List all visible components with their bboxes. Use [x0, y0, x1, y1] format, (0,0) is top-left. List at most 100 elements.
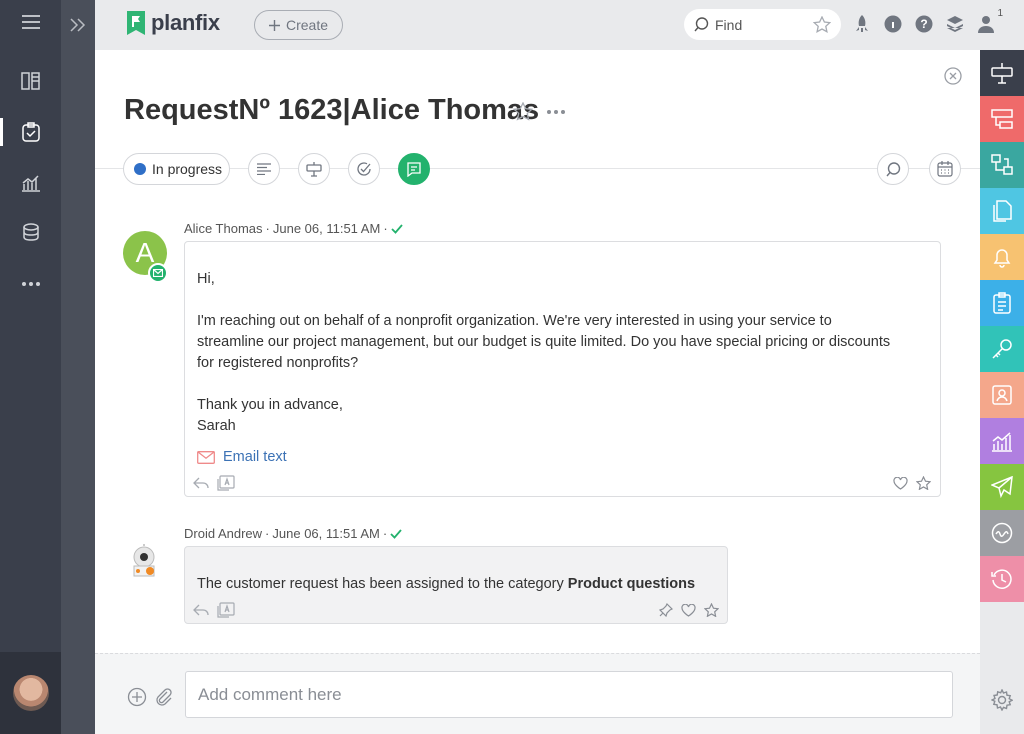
translate-icon[interactable]: [217, 602, 235, 618]
logo[interactable]: planfix: [125, 10, 220, 36]
wave-icon: [991, 522, 1013, 544]
more-actions-icon[interactable]: [547, 109, 565, 114]
add-icon[interactable]: [127, 687, 147, 707]
search-comments-button[interactable]: [877, 153, 909, 185]
database-icon[interactable]: [0, 208, 61, 256]
message-line: Sarah: [197, 418, 236, 434]
fields-tab[interactable]: [298, 153, 330, 185]
planfix-logo-icon: [127, 11, 145, 35]
status-dot: [134, 163, 146, 175]
projects-icon[interactable]: [0, 57, 61, 105]
favorites-star-icon[interactable]: [813, 16, 831, 33]
user-avatar[interactable]: [12, 675, 49, 711]
reply-icon[interactable]: [193, 604, 209, 616]
star-icon[interactable]: [916, 476, 931, 490]
rail-analytics-button[interactable]: [980, 418, 1024, 464]
message-tools-right: [893, 476, 931, 490]
message-text: The customer request has been assigned t…: [197, 576, 568, 592]
rail-reminders-button[interactable]: [980, 234, 1024, 280]
info-icon[interactable]: [882, 12, 904, 36]
calendar-icon: [937, 161, 953, 177]
create-button[interactable]: Create: [254, 10, 343, 40]
droid-avatar[interactable]: [127, 544, 161, 580]
settings-button[interactable]: [980, 680, 1024, 720]
create-button-label: Create: [285, 17, 329, 33]
star-icon[interactable]: [704, 603, 719, 617]
top-bar: planfix Create Find ? 1: [95, 0, 1024, 50]
key-icon: [992, 339, 1012, 359]
rail-templates-button[interactable]: [980, 96, 1024, 142]
rail-activity-button[interactable]: [980, 510, 1024, 556]
meta-separator: ·: [265, 526, 270, 541]
collapse-strip: [61, 0, 95, 734]
clock-icon: [991, 569, 1012, 589]
check-circle-icon: [357, 162, 371, 176]
rocket-icon[interactable]: [851, 12, 873, 36]
bell-icon: [993, 249, 1011, 268]
email-text-link[interactable]: Email text: [197, 449, 287, 465]
reply-icon[interactable]: [193, 477, 209, 489]
flowchart-icon: [991, 109, 1013, 129]
task-panel: RequestNº 1623|Alice Thomas In progress …: [95, 50, 980, 734]
email-source-badge: [148, 263, 168, 283]
message-card: Hi, I'm reaching out on behalf of a nonp…: [184, 241, 941, 497]
translate-icon[interactable]: [217, 475, 235, 491]
mail-icon: [153, 269, 163, 277]
like-heart-icon[interactable]: [681, 603, 696, 617]
message-author[interactable]: Droid Andrew: [184, 526, 262, 541]
rail-fields-button[interactable]: [980, 50, 1024, 96]
left-nav-rail: [0, 0, 61, 734]
checklist-tab[interactable]: [348, 153, 380, 185]
message-body: Hi, I'm reaching out on behalf of a nonp…: [197, 269, 897, 437]
message-author[interactable]: Alice Thomas: [184, 221, 263, 236]
message-tools-right: [659, 603, 719, 617]
star-icon[interactable]: [513, 102, 533, 121]
more-icon[interactable]: [0, 260, 61, 308]
calendar-button[interactable]: [929, 153, 961, 185]
message-date: June 06, 11:51 AM: [272, 526, 380, 541]
top-icons: ? 1: [851, 8, 1003, 36]
search-placeholder: Find: [715, 16, 743, 33]
title-actions: [513, 102, 565, 121]
message-line: I'm reaching out on behalf of a nonprofi…: [197, 313, 891, 371]
meta-separator: ·: [383, 221, 388, 236]
rail-history-button[interactable]: [980, 556, 1024, 602]
like-heart-icon[interactable]: [893, 476, 908, 490]
message-line: Thank you in advance,: [197, 397, 343, 413]
svg-text:?: ?: [920, 17, 927, 31]
task-title: RequestNº 1623|Alice Thomas: [124, 94, 540, 126]
search-field[interactable]: Find: [684, 9, 841, 40]
read-check-icon: [390, 528, 402, 539]
message-tools-left: [193, 602, 235, 618]
close-icon[interactable]: [944, 67, 962, 85]
rail-access-button[interactable]: [980, 326, 1024, 372]
description-tab[interactable]: [248, 153, 280, 185]
rail-contacts-button[interactable]: [980, 372, 1024, 418]
sign-post-icon: [991, 63, 1013, 84]
comments-tab[interactable]: [398, 153, 430, 185]
layers-icon[interactable]: [944, 12, 966, 36]
status-button[interactable]: In progress: [123, 153, 230, 185]
rail-checklist-button[interactable]: [980, 280, 1024, 326]
help-icon[interactable]: ?: [913, 12, 935, 36]
hierarchy-icon: [991, 154, 1013, 175]
rail-subtasks-button[interactable]: [980, 142, 1024, 188]
attach-icon[interactable]: [153, 687, 173, 707]
user-menu-icon[interactable]: 1: [975, 8, 1003, 36]
message-line: Hi,: [197, 271, 215, 287]
message-meta: Droid Andrew · June 06, 11:51 AM ·: [184, 526, 402, 541]
user-avatar-area: [0, 652, 61, 734]
comment-input[interactable]: [185, 671, 953, 718]
tasks-icon[interactable]: [0, 108, 61, 156]
rail-files-button[interactable]: [980, 188, 1024, 234]
paper-plane-icon: [991, 476, 1013, 498]
expand-chevron-icon[interactable]: [61, 8, 95, 42]
documents-icon: [993, 200, 1012, 222]
chart-icon: [992, 432, 1012, 452]
status-label: In progress: [152, 161, 223, 177]
menu-icon[interactable]: [0, 0, 61, 46]
reports-icon[interactable]: [0, 159, 61, 207]
pin-icon[interactable]: [659, 603, 673, 617]
category-name: Product questions: [567, 576, 696, 592]
rail-send-button[interactable]: [980, 464, 1024, 510]
